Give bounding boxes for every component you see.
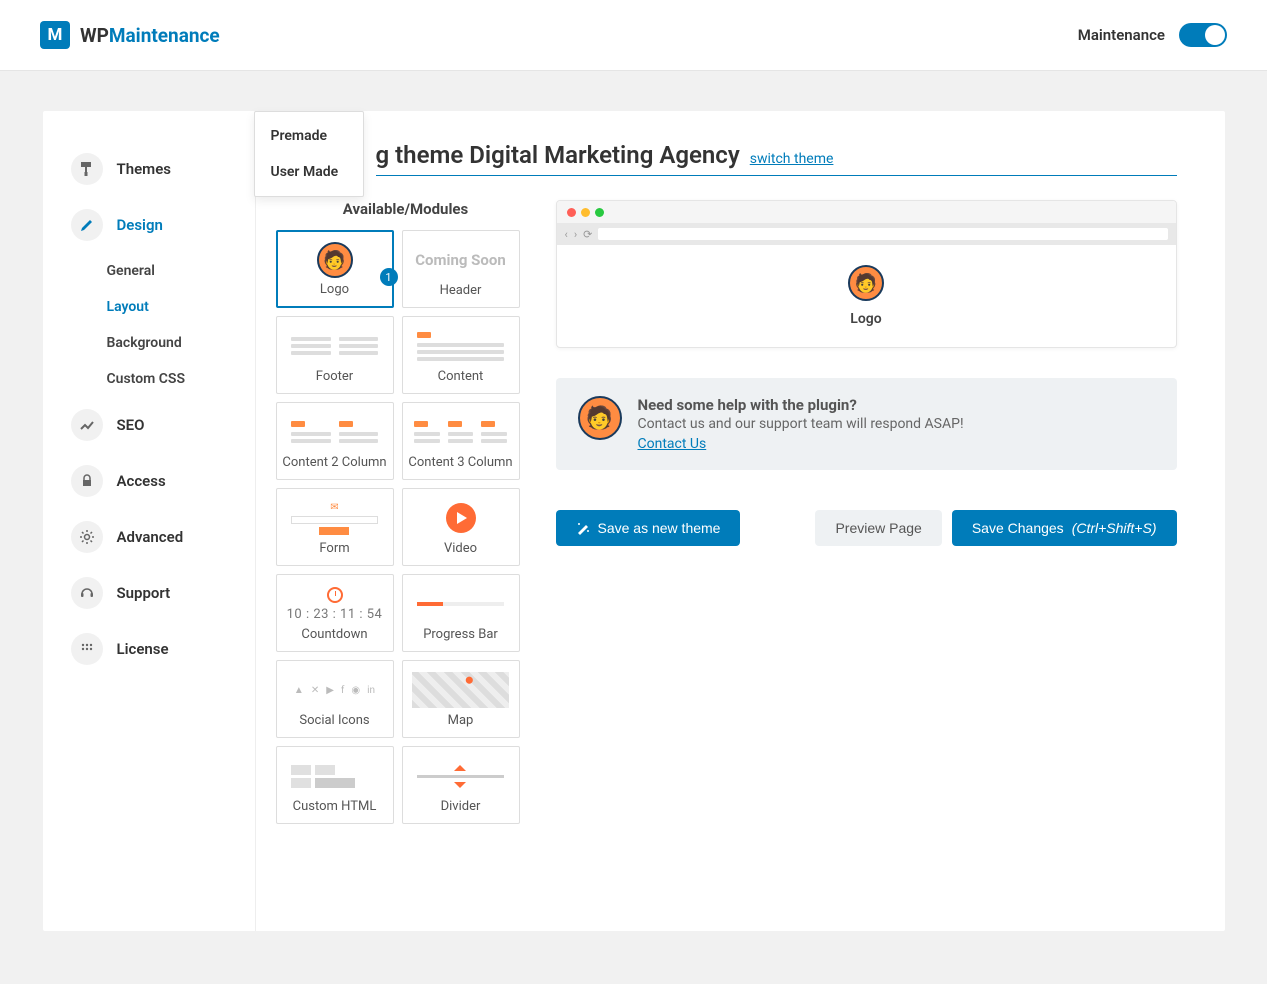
module-countdown[interactable]: 10 : 23 : 11 : 54 Countdown <box>276 574 394 652</box>
module-map[interactable]: Map <box>402 660 520 738</box>
maintenance-toggle[interactable] <box>1179 23 1227 47</box>
modules-panel: Available/Modules 🧑 Logo 1 Coming Soon H… <box>276 200 536 824</box>
avatar-icon: 🧑 <box>317 242 353 278</box>
chart-icon <box>71 409 103 441</box>
nav-design[interactable]: Design <box>63 197 245 253</box>
module-social-icons[interactable]: ▲✕▶f◉in Social Icons <box>276 660 394 738</box>
module-custom-html[interactable]: Custom HTML <box>276 746 394 824</box>
subnav-custom-css[interactable]: Custom CSS <box>99 361 245 397</box>
help-box: 🧑 Need some help with the plugin? Contac… <box>556 378 1177 470</box>
nav-label: Support <box>117 584 171 602</box>
nav-access[interactable]: Access <box>63 453 245 509</box>
url-field <box>598 228 1167 240</box>
reload-icon: ⟳ <box>583 228 592 241</box>
preview-caption: Logo <box>577 311 1156 327</box>
nav-seo[interactable]: SEO <box>63 397 245 453</box>
magic-icon <box>576 521 590 535</box>
module-content-3col[interactable]: Content 3 Column <box>402 402 520 480</box>
topbar: M WPMaintenance Maintenance <box>0 0 1267 71</box>
clock-icon <box>327 587 343 603</box>
nav-label: Access <box>117 472 166 490</box>
map-icon <box>412 672 509 708</box>
themes-dropdown: Premade User Made <box>254 111 364 197</box>
keypad-icon <box>71 633 103 665</box>
subnav-layout[interactable]: Layout <box>99 289 245 325</box>
module-header[interactable]: Coming Soon Header <box>402 230 520 308</box>
logo-icon: M <box>40 21 70 49</box>
app-logo: M WPMaintenance <box>40 21 220 49</box>
subnav-background[interactable]: Background <box>99 325 245 361</box>
nav-label: Themes <box>117 160 171 178</box>
preview-page-button[interactable]: Preview Page <box>815 510 941 546</box>
page-title-row: g theme Digital Marketing Agency switch … <box>376 141 1177 176</box>
module-video[interactable]: Video <box>402 488 520 566</box>
nav-label: Design <box>117 216 163 234</box>
nav-themes[interactable]: Themes <box>63 141 245 197</box>
preview-avatar-icon: 🧑 <box>848 265 884 301</box>
dropdown-user-made[interactable]: User Made <box>255 154 363 190</box>
help-title: Need some help with the plugin? <box>638 396 964 414</box>
modules-heading: Available/Modules <box>276 200 536 218</box>
module-content[interactable]: Content <box>402 316 520 394</box>
nav-advanced[interactable]: Advanced <box>63 509 245 565</box>
brush-icon <box>71 209 103 241</box>
headset-icon <box>71 577 103 609</box>
nav-label: License <box>117 640 169 658</box>
action-row: Save as new theme Preview Page Save Chan… <box>556 510 1177 546</box>
module-progress-bar[interactable]: Progress Bar <box>402 574 520 652</box>
dropdown-premade[interactable]: Premade <box>255 118 363 154</box>
usage-badge: 1 <box>380 268 398 286</box>
module-divider[interactable]: Divider <box>402 746 520 824</box>
save-changes-button[interactable]: Save Changes (Ctrl+Shift+S) <box>952 510 1177 546</box>
nav-license[interactable]: License <box>63 621 245 677</box>
main-panel: Themes Design General Layout Background … <box>43 111 1225 931</box>
module-form[interactable]: ✉ Form <box>276 488 394 566</box>
contact-us-link[interactable]: Contact Us <box>638 436 707 452</box>
gear-icon <box>71 521 103 553</box>
module-footer[interactable]: Footer <box>276 316 394 394</box>
sidebar: Themes Design General Layout Background … <box>43 111 256 931</box>
content-area: Premade User Made g theme Digital Market… <box>256 111 1225 931</box>
back-icon: ‹ <box>565 228 568 241</box>
module-logo[interactable]: 🧑 Logo 1 <box>276 230 394 308</box>
design-subnav: General Layout Background Custom CSS <box>63 253 245 397</box>
play-icon <box>446 503 476 533</box>
subnav-general[interactable]: General <box>99 253 245 289</box>
browser-preview: ‹ › ⟳ 🧑 Logo <box>556 200 1177 348</box>
page-title: g theme Digital Marketing Agency <box>376 141 740 169</box>
roller-icon <box>71 153 103 185</box>
preview-panel: ‹ › ⟳ 🧑 Logo 🧑 Need some h <box>556 200 1177 824</box>
nav-support[interactable]: Support <box>63 565 245 621</box>
maintenance-label: Maintenance <box>1078 26 1165 44</box>
nav-label: Advanced <box>117 528 184 546</box>
switch-theme-link[interactable]: switch theme <box>750 151 834 167</box>
lock-icon <box>71 465 103 497</box>
help-text: Contact us and our support team will res… <box>638 416 964 432</box>
save-as-new-theme-button[interactable]: Save as new theme <box>556 510 741 546</box>
forward-icon: › <box>574 228 577 241</box>
support-avatar-icon: 🧑 <box>578 396 622 440</box>
browser-chrome-dots <box>557 201 1176 223</box>
browser-addressbar: ‹ › ⟳ <box>557 223 1176 245</box>
maintenance-toggle-wrap: Maintenance <box>1078 23 1227 47</box>
logo-text: WPMaintenance <box>80 24 220 47</box>
nav-label: SEO <box>117 416 145 434</box>
module-content-2col[interactable]: Content 2 Column <box>276 402 394 480</box>
